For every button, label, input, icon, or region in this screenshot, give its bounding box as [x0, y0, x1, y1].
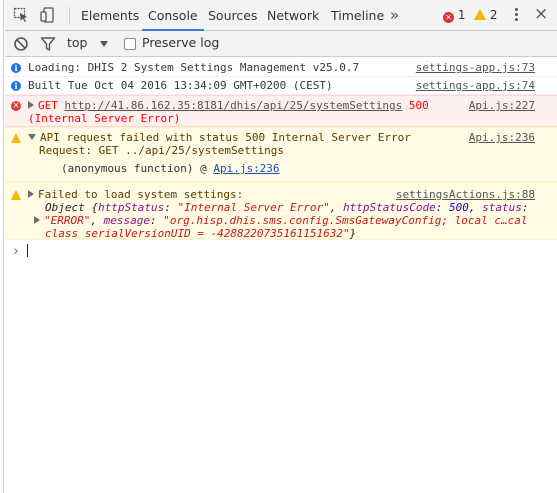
- message-text: API request failed with status 500 Inter…: [28, 131, 411, 144]
- warning-icon: [11, 133, 21, 143]
- device-mode-icon[interactable]: [40, 7, 56, 23]
- obj-value: "org.hisp.dhis.sms.config.SmsGatewayConf…: [163, 214, 528, 227]
- preserve-log-checkbox[interactable]: [124, 38, 136, 50]
- error-count-badge[interactable]: ✕ 1: [443, 8, 465, 23]
- object-preview-line-1[interactable]: Object {httpStatus: "Internal Server Err…: [45, 201, 529, 214]
- expand-object-icon[interactable]: [34, 216, 40, 224]
- toolbar-divider: [69, 7, 70, 24]
- close-devtools-button[interactable]: ×: [534, 4, 548, 24]
- obj-prefix: Object {: [45, 201, 98, 214]
- message-text: GET http://41.86.162.35:8181/dhis/api/25…: [28, 99, 429, 112]
- info-icon: i: [11, 81, 21, 91]
- tab-sources[interactable]: Sources: [208, 0, 257, 31]
- warning-text: Failed to load system settings:: [38, 188, 244, 201]
- tab-elements[interactable]: Elements: [81, 0, 139, 31]
- warning-icon: [11, 190, 21, 200]
- console-message-warning: API request failed with status 500 Inter…: [5, 127, 557, 182]
- source-link[interactable]: Api.js:236: [469, 131, 535, 144]
- warning-text: API request failed with status 500 Inter…: [40, 131, 411, 144]
- request-url-link[interactable]: http://41.86.162.35:8181/dhis/api/25/sys…: [65, 99, 403, 112]
- obj-key: status: [482, 201, 522, 214]
- obj-value: 500: [449, 201, 469, 214]
- object-preview-line-3: class serialVersionUID = -42882207351611…: [45, 227, 356, 240]
- clear-console-icon[interactable]: [13, 36, 29, 52]
- obj-key: httpStatusCode: [343, 201, 436, 214]
- obj-key: message: [103, 214, 150, 227]
- filter-icon[interactable]: [40, 36, 56, 52]
- more-options-icon[interactable]: [509, 6, 523, 24]
- tab-network[interactable]: Network: [267, 0, 319, 31]
- obj-suffix: }: [349, 227, 357, 240]
- tab-console[interactable]: Console: [142, 0, 204, 31]
- tab-timeline[interactable]: Timeline: [331, 0, 384, 31]
- warning-icon: [474, 9, 486, 20]
- warning-count: 2: [489, 8, 498, 22]
- inspect-element-icon[interactable]: [13, 7, 29, 23]
- expand-triangle-icon[interactable]: [28, 190, 34, 198]
- info-icon: i: [11, 63, 21, 73]
- console-input-caret[interactable]: [27, 244, 28, 257]
- console-message-info: i Built Tue Oct 04 2016 13:34:09 GMT+020…: [5, 77, 557, 95]
- request-method: GET: [38, 99, 58, 112]
- obj-value: "Internal Server Error": [177, 201, 330, 214]
- error-icon: ✕: [11, 101, 21, 111]
- warning-count-badge[interactable]: 2: [474, 8, 497, 23]
- message-text: Built Tue Oct 04 2016 13:34:09 GMT+0200 …: [28, 79, 333, 92]
- context-selector[interactable]: top: [67, 35, 87, 50]
- stack-frame: (anonymous function) @ Api.js:236: [61, 162, 280, 175]
- message-text: Loading: DHIS 2 System Settings Manageme…: [28, 61, 360, 74]
- more-tabs-button[interactable]: »: [390, 0, 399, 31]
- error-count: 1: [457, 8, 466, 22]
- obj-value: class serialVersionUID = -42882207351611…: [45, 227, 350, 240]
- object-preview-line-2[interactable]: "ERROR", message: "org.hisp.dhis.sms.con…: [34, 214, 527, 227]
- request-line: Request: GET ../api/25/systemSettings: [39, 144, 285, 157]
- console-message-warning: Failed to load system settings: settings…: [5, 182, 557, 240]
- devtools-tab-bar: Elements Console Sources Network Timelin…: [5, 0, 557, 31]
- source-link[interactable]: settings-app.js:73: [416, 61, 535, 74]
- source-link[interactable]: settings-app.js:74: [416, 79, 535, 92]
- console-filter-bar: top Preserve log: [5, 31, 557, 57]
- source-link[interactable]: settingsActions.js:88: [396, 188, 535, 201]
- stack-function: (anonymous function) @: [61, 162, 207, 175]
- obj-key: httpStatus: [97, 201, 165, 214]
- left-panel-edge: [0, 0, 4, 493]
- console-message-info: i Loading: DHIS 2 System Settings Manage…: [5, 59, 557, 77]
- status-code: 500: [408, 99, 429, 112]
- console-prompt-icon: ›: [12, 244, 20, 259]
- stack-link[interactable]: Api.js:236: [213, 162, 279, 175]
- expand-triangle-icon[interactable]: [28, 101, 34, 109]
- chevron-down-icon[interactable]: [100, 41, 108, 47]
- collapse-triangle-icon[interactable]: [28, 134, 36, 140]
- message-text: Failed to load system settings:: [28, 188, 243, 201]
- status-text: (Internal Server Error): [28, 112, 181, 125]
- source-link[interactable]: Api.js:227: [469, 99, 535, 112]
- preserve-log-label[interactable]: Preserve log: [142, 35, 219, 50]
- obj-value: "ERROR": [44, 214, 91, 227]
- console-message-error: ✕ GET http://41.86.162.35:8181/dhis/api/…: [5, 95, 557, 127]
- error-icon: ✕: [443, 12, 454, 23]
